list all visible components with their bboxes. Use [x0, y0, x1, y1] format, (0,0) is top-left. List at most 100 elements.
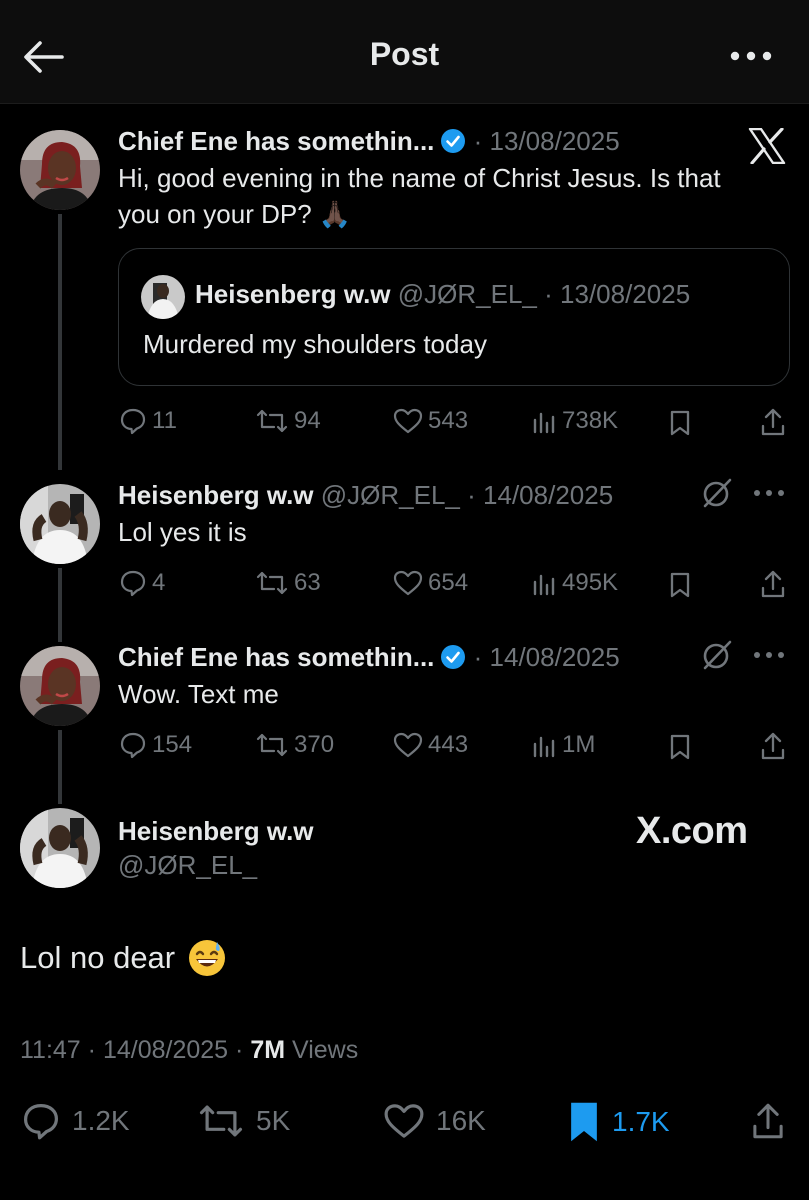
- repost-icon: [199, 1105, 243, 1137]
- bookmark-icon[interactable]: [666, 732, 694, 762]
- page-title: Post: [369, 36, 440, 72]
- avatar-image: [20, 484, 100, 564]
- repost-button[interactable]: 370: [254, 730, 334, 760]
- like-count: 443: [428, 731, 469, 758]
- post-screen: Post Chief Ene has somethin... · 13/08/2…: [0, 0, 809, 1200]
- analytics-icon: [533, 412, 555, 434]
- reply-count: 11: [152, 407, 177, 434]
- reply-button[interactable]: 4: [118, 568, 165, 598]
- like-button[interactable]: 16K: [382, 1100, 486, 1142]
- like-count: 16K: [436, 1105, 486, 1136]
- views-button[interactable]: 738K: [530, 406, 618, 436]
- reply-icon: [120, 570, 146, 597]
- repost-button[interactable]: 94: [254, 406, 321, 436]
- bookmark-count: 1.7K: [612, 1106, 670, 1137]
- analytics-icon: [533, 736, 555, 758]
- x-com-watermark: X.com: [636, 810, 748, 852]
- views-label: Views: [292, 1036, 359, 1064]
- repost-count: 370: [294, 731, 335, 758]
- reply-icon: [120, 408, 146, 435]
- author-name[interactable]: Heisenberg w.w: [118, 480, 314, 510]
- view-count: 738K: [562, 407, 619, 434]
- quoted-tweet[interactable]: Heisenberg w.w @JØR_EL_ · 13/08/2025 Mur…: [118, 248, 790, 386]
- like-count: 654: [428, 569, 469, 596]
- reply-icon: [120, 732, 146, 759]
- more-dots-icon[interactable]: [752, 486, 786, 500]
- reply-button[interactable]: 11: [118, 406, 177, 436]
- post-meta: 11:47 · 14/08/2025 · 7M Views: [20, 1036, 359, 1064]
- reply-button[interactable]: 154: [118, 730, 192, 760]
- repost-count: 63: [294, 569, 321, 596]
- avatar[interactable]: [20, 484, 100, 564]
- author-handle[interactable]: @JØR_EL_: [118, 850, 257, 881]
- post-time: 11:47: [20, 1036, 81, 1064]
- repost-icon: [256, 409, 288, 433]
- tweet-date[interactable]: 13/08/2025: [490, 126, 620, 156]
- repost-button[interactable]: 5K: [196, 1100, 290, 1142]
- author-name[interactable]: Chief Ene has somethin...: [118, 126, 434, 156]
- reply-button[interactable]: 1.2K: [20, 1100, 130, 1142]
- views-button[interactable]: 495K: [530, 568, 618, 598]
- post-date: 14/08/2025: [102, 1036, 229, 1064]
- tweet-header: Chief Ene has somethin... · 14/08/2025: [118, 642, 620, 672]
- share-icon[interactable]: [758, 406, 788, 438]
- tweet-date[interactable]: 14/08/2025: [490, 642, 620, 672]
- share-icon[interactable]: [748, 1100, 788, 1142]
- like-button[interactable]: 543: [392, 406, 468, 436]
- verified-badge-icon: [441, 645, 466, 669]
- author-name[interactable]: Heisenberg w.w: [118, 816, 314, 847]
- repost-button[interactable]: 63: [254, 568, 321, 598]
- like-button[interactable]: 443: [392, 730, 468, 760]
- repost-icon: [256, 733, 288, 757]
- thread-line: [58, 730, 62, 804]
- heart-icon: [393, 732, 423, 758]
- thread-line: [58, 214, 62, 470]
- repost-count: 5K: [256, 1105, 291, 1136]
- repost-count: 94: [294, 407, 321, 434]
- tweet-text-line: Hi, good evening in the name of Christ J…: [118, 163, 721, 193]
- share-icon[interactable]: [758, 730, 788, 762]
- view-count: 1M: [562, 731, 596, 758]
- view-count: 495K: [562, 569, 619, 596]
- tweet-text: Lol no dear: [20, 940, 176, 975]
- heart-icon: [393, 408, 423, 434]
- verified-badge-icon: [441, 129, 466, 153]
- reply-icon: [23, 1103, 59, 1140]
- tweet-text: Lol yes it is: [118, 517, 247, 547]
- share-icon[interactable]: [758, 568, 788, 600]
- author-handle[interactable]: @JØR_EL_: [321, 480, 460, 510]
- author-name[interactable]: Chief Ene has somethin...: [118, 642, 434, 672]
- reply-count: 4: [152, 569, 166, 596]
- like-count: 543: [428, 407, 469, 434]
- tweet-header: Heisenberg w.w @JØR_EL_ · 14/08/2025: [118, 480, 614, 510]
- more-dots-icon[interactable]: [752, 648, 786, 662]
- repost-icon: [256, 571, 288, 595]
- avatar[interactable]: [20, 130, 100, 210]
- grinning-sweat-emoji-icon: [189, 940, 226, 976]
- more-options-button[interactable]: [729, 46, 773, 66]
- more-dots-icon: [730, 51, 772, 61]
- heart-icon: [393, 570, 423, 596]
- avatar[interactable]: [20, 808, 100, 888]
- views-button[interactable]: 1M: [530, 730, 595, 760]
- tweet-text: Wow. Text me: [118, 679, 279, 709]
- bookmark-icon[interactable]: [666, 408, 694, 438]
- avatar[interactable]: [20, 646, 100, 726]
- quote-header: Heisenberg w.w @JØR_EL_ · 13/08/2025: [195, 279, 691, 309]
- bookmark-icon[interactable]: [666, 570, 694, 600]
- quote-author-name: Heisenberg w.w: [195, 279, 391, 309]
- bookmark-button[interactable]: 1.7K: [566, 1100, 670, 1144]
- quote-text: Murdered my shoulders today: [143, 329, 487, 359]
- avatar-image: [141, 275, 185, 319]
- grok-icon[interactable]: [700, 638, 734, 672]
- tweet-date[interactable]: 14/08/2025: [483, 480, 613, 510]
- grok-icon[interactable]: [700, 476, 734, 510]
- quote-avatar: [141, 275, 185, 319]
- like-button[interactable]: 654: [392, 568, 468, 598]
- analytics-icon: [533, 574, 555, 596]
- tweet-text-line: you on your DP? 🙏🏿: [118, 199, 352, 229]
- main-tweet-text: Lol no dear: [20, 938, 227, 978]
- bookmark-filled-icon: [571, 1102, 597, 1142]
- tweet-text: Hi, good evening in the name of Christ J…: [118, 160, 721, 232]
- avatar-image: [20, 646, 100, 726]
